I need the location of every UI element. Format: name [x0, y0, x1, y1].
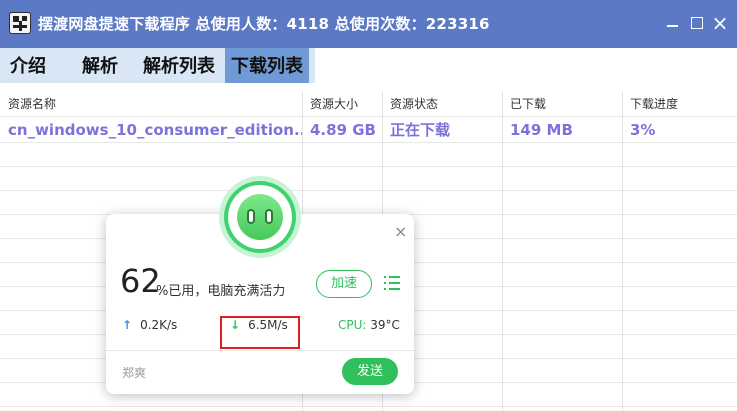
column-header-progress[interactable]: 下载进度 [622, 92, 737, 116]
maximize-icon[interactable] [688, 14, 706, 32]
robot-eye-icon [247, 209, 255, 224]
column-header-name[interactable]: 资源名称 [0, 92, 302, 116]
memory-status-text: %已用，电脑充满活力 [156, 284, 286, 299]
cell-resource-status: 正在下载 [390, 121, 451, 139]
highlight-box [220, 316, 300, 349]
tab-parse[interactable]: 解析 [76, 48, 124, 83]
window-title: 摆渡网盘提速下载程序 总使用人数：4118 总使用次数：223316 [38, 15, 490, 33]
app-icon [9, 12, 31, 34]
row-divider [0, 190, 737, 191]
cpu-label: CPU: [338, 318, 367, 332]
column-header-size[interactable]: 资源大小 [302, 92, 382, 116]
cpu-temperature: CPU: 39°C [338, 318, 400, 332]
row-divider [0, 406, 737, 407]
tab-parse-list[interactable]: 解析列表 [137, 48, 221, 83]
robot-avatar-icon[interactable] [228, 185, 292, 249]
cell-resource-size: 4.89 GB [310, 121, 376, 139]
robot-eye-icon [265, 209, 273, 224]
list-icon[interactable] [384, 276, 400, 290]
row-divider [0, 166, 737, 167]
tab-download-list[interactable]: 下载列表 [225, 48, 309, 83]
close-icon[interactable]: × [711, 13, 729, 33]
row-divider [0, 116, 737, 117]
upload-speed-value: 0.2K/s [140, 318, 178, 332]
column-header-status[interactable]: 资源状态 [382, 92, 502, 116]
tab-intro[interactable]: 介绍 [4, 48, 52, 83]
cell-resource-name: cn_windows_10_consumer_edition... [8, 121, 302, 139]
title-bar: 摆渡网盘提速下载程序 总使用人数：4118 总使用次数：223316 × [0, 0, 737, 48]
column-header-downloaded[interactable]: 已下载 [502, 92, 622, 116]
popup-close-icon[interactable]: × [394, 222, 407, 241]
minimize-icon[interactable] [664, 14, 682, 32]
row-divider [0, 142, 737, 143]
tab-bar: 介绍 解析 解析列表 下载列表 [0, 48, 737, 84]
upload-arrow-icon: ↑ [122, 318, 133, 332]
cell-progress: 3% [630, 121, 656, 139]
cpu-value: 39°C [370, 318, 400, 332]
send-button[interactable]: 发送 [342, 358, 398, 385]
boost-button[interactable]: 加速 [316, 270, 372, 298]
popup-divider [106, 350, 414, 351]
robot-face [237, 194, 283, 240]
upload-speed: ↑ 0.2K/s [122, 318, 177, 332]
memory-percent: 62 [120, 262, 161, 300]
author-name: 郑爽 [122, 366, 147, 380]
cell-downloaded: 149 MB [510, 121, 573, 139]
